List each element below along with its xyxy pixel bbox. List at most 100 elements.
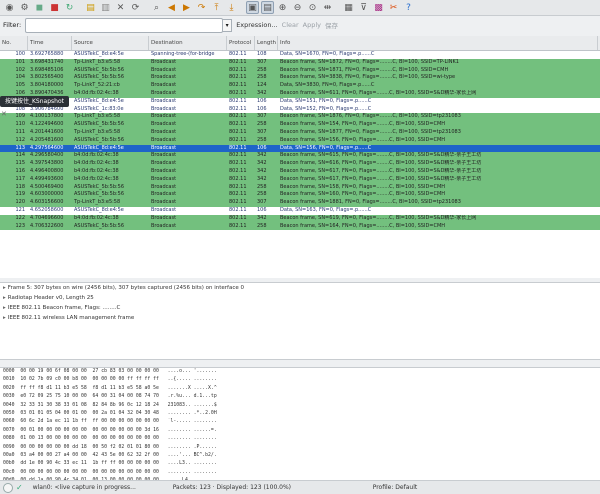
packet-cell-dst: Broadcast xyxy=(151,167,177,174)
help-icon[interactable]: ? xyxy=(402,1,415,14)
apply-button[interactable]: Apply xyxy=(303,21,321,29)
expression-button[interactable]: Expression... xyxy=(236,21,277,29)
detail-tree-item[interactable]: ▸ Radiotap Header v0, Length 25 xyxy=(0,293,600,303)
packet-row[interactable]: 113 4.297564600 ASUSTekC_8d:e4:5e Broadcast… xyxy=(0,144,600,153)
settings-icon[interactable]: ⚙ xyxy=(18,1,31,14)
packet-cell-src: Tp-LinkT_52:21:cb xyxy=(74,82,120,89)
column-source[interactable]: Source xyxy=(72,36,149,50)
column-protocol[interactable]: Protocol xyxy=(227,36,255,50)
interface-icon[interactable]: ◉ xyxy=(3,1,16,14)
filter-input[interactable] xyxy=(25,17,224,33)
packet-row[interactable]: 105 3.804180000 Tp-LinkT_52:21:cb Broadcast… xyxy=(0,82,600,90)
packet-row[interactable]: 116 4.496400800 b4:0d:fb:02:4c:38 Broadcast… xyxy=(0,167,600,176)
close-icon[interactable]: ✕ xyxy=(1,110,9,118)
hex-line[interactable]: 0010 10 02 7b 09 c0 00 b8 00 00 00 00 00… xyxy=(0,376,600,384)
packet-cell-len: 258 xyxy=(257,191,267,198)
packet-list-header: No. Time Source Destination Protocol Len… xyxy=(0,36,600,51)
profile-status[interactable]: Profile: Default xyxy=(373,484,418,491)
expert-info-icon[interactable] xyxy=(3,482,13,493)
hex-line[interactable]: 0050 03 01 01 05 04 00 01 00 00 2a 01 04… xyxy=(0,410,600,418)
capture-filter-icon[interactable]: ▦ xyxy=(342,1,355,14)
autoscroll-icon[interactable]: ▣ xyxy=(246,1,259,14)
packet-row[interactable]: 100 3.692765880 ASUSTekC_8d:e4:5e Spanning-… xyxy=(0,51,600,59)
packet-row[interactable]: 123 4.706322600 ASUSTekC_5b:5b:56 Broadcast… xyxy=(0,222,600,231)
hex-line[interactable]: 00a0 03 a4 00 00 27 a4 00 00 42 43 5e 00… xyxy=(0,452,600,460)
hex-line[interactable]: 00c0 00 00 00 00 00 00 00 00 00 00 00 00… xyxy=(0,469,600,477)
detail-tree-item[interactable]: ▸ IEEE 802.11 wireless LAN management fra… xyxy=(0,313,600,323)
last-packet-icon[interactable]: ⤓ xyxy=(225,1,238,14)
packet-row[interactable]: 108 3.906784600 ASUSTekC_1c:83:0e Broadcast… xyxy=(0,105,600,114)
restart-capture-icon[interactable]: ↻ xyxy=(63,1,76,14)
hex-line[interactable]: 00b0 dd 1e 00 90 4c 33 ec 11 1b ff ff 00… xyxy=(0,460,600,468)
filter-dropdown-icon[interactable]: ▾ xyxy=(222,18,233,32)
packet-row[interactable]: 110 4.122494600 ASUSTekC_5b:5b:56 Broadcast… xyxy=(0,121,600,129)
packet-row[interactable]: 121 4.652058600 ASUSTekC_8d:e4:5e Broadcast… xyxy=(0,206,600,215)
zoom-out-icon[interactable]: ⊖ xyxy=(291,1,304,14)
save-file-icon[interactable]: ▥ xyxy=(99,1,112,14)
packet-row[interactable]: 101 3.698431740 Tp-LinkT_b3:e5:58 Broadcast… xyxy=(0,58,600,67)
hex-line[interactable]: 0020 ff ff f8 d1 11 b3 e5 58 f8 d1 11 b3… xyxy=(0,385,600,393)
resize-columns-icon[interactable]: ⇹ xyxy=(321,1,334,14)
packet-row[interactable]: 122 4.704696600 b4:0d:fb:02:4c:38 Broadcast… xyxy=(0,214,600,223)
find-packet-icon[interactable]: ⌕ xyxy=(150,1,163,14)
expand-arrow-icon[interactable]: ▸ xyxy=(3,305,6,311)
expand-arrow-icon[interactable]: ▸ xyxy=(3,285,6,291)
packet-row[interactable]: 109 4.100137800 Tp-LinkT_b3:e5:58 Broadcast… xyxy=(0,113,600,122)
hex-line[interactable]: 0070 00 01 00 00 00 00 00 00 00 00 00 00… xyxy=(0,427,600,435)
close-file-icon[interactable]: ✕ xyxy=(114,1,127,14)
zoom-in-icon[interactable]: ⊕ xyxy=(276,1,289,14)
packet-cell-info: Data, SN=3830, FN=0, Flags=.p......C xyxy=(280,82,375,89)
hex-line[interactable]: 0000 00 00 19 00 6f 08 00 00 27 cb 83 03… xyxy=(0,368,600,376)
go-to-packet-icon[interactable]: ↷ xyxy=(195,1,208,14)
packet-cell-info: Beacon frame, SN=611, FN=0, Flags=......… xyxy=(280,89,477,96)
normal-size-icon[interactable]: ⊙ xyxy=(306,1,319,14)
packet-row[interactable]: 111 4.201441600 Tp-LinkT_b3:e5:58 Broadcast… xyxy=(0,128,600,137)
column-length[interactable]: Length xyxy=(255,36,278,50)
go-forward-icon[interactable]: ▶ xyxy=(180,1,193,14)
column-time[interactable]: Time xyxy=(28,36,72,50)
column-destination[interactable]: Destination xyxy=(149,36,227,50)
packet-row[interactable]: 104 3.802565400 ASUSTekC_5b:5b:56 Broadcast… xyxy=(0,74,600,83)
clear-button[interactable]: Clear xyxy=(282,21,299,29)
detail-text: Radiotap Header v0, Length 25 xyxy=(7,295,94,301)
reload-icon[interactable]: ⟳ xyxy=(129,1,142,14)
stop-capture-icon[interactable]: ■ xyxy=(48,1,61,14)
packet-row[interactable]: 106 3.890470436 b4:0d:fb:02:4c:38 Broadcast… xyxy=(0,89,600,98)
packet-row[interactable]: 112 4.205481600 ASUSTekC_5b:5b:56 Broadcast… xyxy=(0,136,600,145)
preferences-icon[interactable]: ✂ xyxy=(387,1,400,14)
hex-line[interactable]: 0030 e0 72 09 25 75 10 00 00 64 00 31 04… xyxy=(0,393,600,401)
open-file-icon[interactable]: ▤ xyxy=(84,1,97,14)
first-packet-icon[interactable]: ⤒ xyxy=(210,1,223,14)
packet-row[interactable]: 120 4.603156600 Tp-LinkT_b3:e5:58 Broadcast… xyxy=(0,199,600,207)
packet-cell-no: 122 xyxy=(15,214,25,221)
colorize-icon[interactable]: ▤ xyxy=(261,1,274,14)
expand-arrow-icon[interactable]: ▸ xyxy=(3,315,6,321)
column-no[interactable]: No. xyxy=(0,36,28,50)
detail-tree-item[interactable]: ▸ IEEE 802.11 Beacon frame, Flags: ......… xyxy=(0,303,600,313)
packet-row[interactable]: 1073.982134600ASUSTekC_8d:e4:5eBroadcast… xyxy=(0,97,600,106)
packet-row[interactable]: 115 4.397543800 b4:0d:fb:02:4c:38 Broadcast… xyxy=(0,160,600,168)
packet-row[interactable]: 119 4.603000000 ASUSTekC_5b:5b:56 Broadcast… xyxy=(0,191,600,200)
column-info[interactable]: Info xyxy=(278,36,598,50)
hex-line[interactable]: 0090 00 00 00 00 00 00 dd 18 00 50 f2 02… xyxy=(0,444,600,452)
packet-cell-info: Beacon frame, SN=1871, FN=0, Flags=.....… xyxy=(280,66,449,73)
detail-tree-item[interactable]: ▸ Frame 5: 307 bytes on wire (2456 bits),… xyxy=(0,283,600,293)
display-filter-icon[interactable]: ⊽ xyxy=(357,1,370,14)
hex-line[interactable]: 0060 60 6c 2d 1a ec 11 1b ff ff 00 00 00… xyxy=(0,418,600,426)
packet-details-pane: ▸ Frame 5: 307 bytes on wire (2456 bits),… xyxy=(0,282,600,360)
packet-cell-time: 4.122494600 xyxy=(30,121,64,128)
packet-cell-len: 307 xyxy=(257,199,267,206)
hex-line[interactable]: 0040 32 33 31 30 38 33 01 08 82 84 8b 96… xyxy=(0,402,600,410)
hex-line[interactable]: 0080 01 00 13 00 00 00 00 00 00 00 00 00… xyxy=(0,435,600,443)
packet-row[interactable]: 102 3.698485106 ASUSTekC_5b:5b:56 Broadcast… xyxy=(0,66,600,75)
packet-row[interactable]: 114 4.296580400 b4:0d:fb:02:4c:38 Broadcast… xyxy=(0,152,600,161)
expand-arrow-icon[interactable]: ▸ xyxy=(3,295,6,301)
packet-row[interactable]: 117 4.499493600 b4:0d:fb:02:4c:38 Broadcast… xyxy=(0,175,600,184)
go-back-icon[interactable]: ◀ xyxy=(165,1,178,14)
start-capture-icon[interactable]: ◼ xyxy=(33,1,46,14)
packet-row[interactable]: 118 4.500469400 ASUSTekC_5b:5b:56 Broadcast… xyxy=(0,183,600,192)
packet-cell-len: 124 xyxy=(257,82,267,89)
packet-bytes-pane: 0000 00 00 19 00 6f 08 00 00 27 cb 83 03… xyxy=(0,367,600,480)
save-filter-button[interactable]: 保存 xyxy=(325,20,338,30)
coloring-rules-icon[interactable]: ▩ xyxy=(372,1,385,14)
